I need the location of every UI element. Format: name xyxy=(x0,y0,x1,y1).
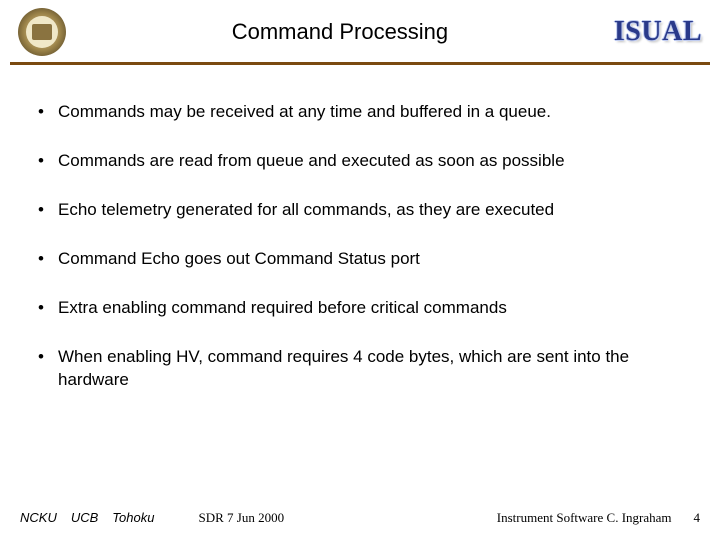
affiliation: UCB xyxy=(71,510,98,525)
list-item: Command Echo goes out Command Status por… xyxy=(30,248,690,271)
slide-title: Command Processing xyxy=(66,19,614,45)
slide-body: Commands may be received at any time and… xyxy=(0,65,720,392)
list-item: Commands may be received at any time and… xyxy=(30,101,690,124)
credit-label: Instrument Software C. Ingraham xyxy=(497,510,672,526)
bullet-list: Commands may be received at any time and… xyxy=(30,101,690,392)
list-item: Commands are read from queue and execute… xyxy=(30,150,690,173)
slide-footer: NCKU UCB Tohoku SDR 7 Jun 2000 Instrumen… xyxy=(0,510,720,526)
affiliation: Tohoku xyxy=(112,510,154,525)
list-item: When enabling HV, command requires 4 cod… xyxy=(30,346,690,392)
seal-icon xyxy=(18,8,66,56)
event-label: SDR 7 Jun 2000 xyxy=(198,510,284,526)
affiliation: NCKU xyxy=(20,510,57,525)
page-number: 4 xyxy=(694,510,701,526)
list-item: Extra enabling command required before c… xyxy=(30,297,690,320)
slide-header: Command Processing ISUAL xyxy=(0,0,720,62)
affiliations: NCKU UCB Tohoku xyxy=(20,510,154,525)
list-item: Echo telemetry generated for all command… xyxy=(30,199,690,222)
brand-logo: ISUAL xyxy=(614,16,702,48)
